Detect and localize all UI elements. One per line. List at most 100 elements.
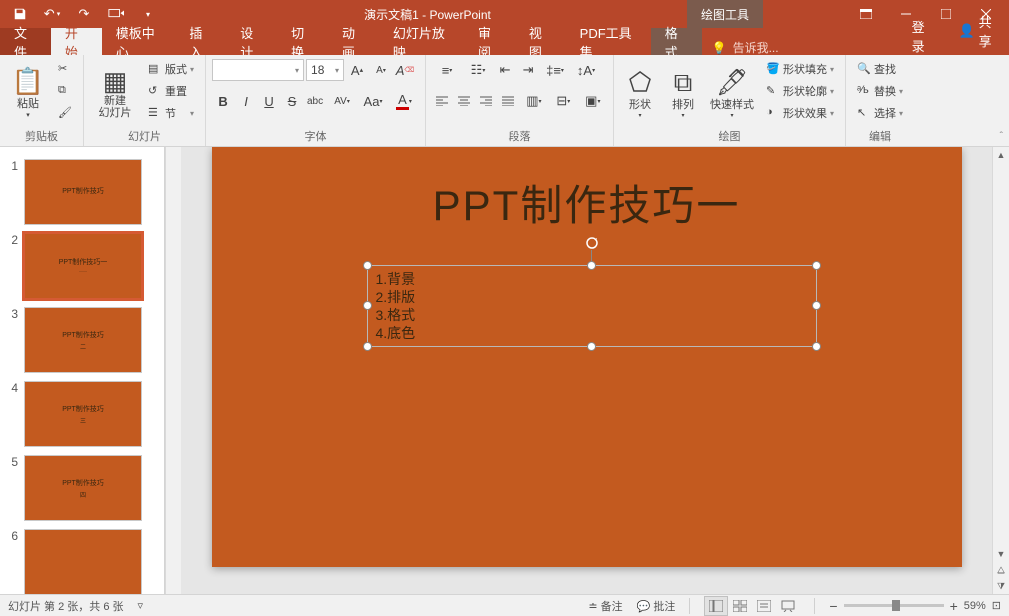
sorter-view-button[interactable]: [728, 596, 752, 616]
next-slide-button[interactable]: ⧩: [993, 578, 1009, 594]
zoom-out-button[interactable]: −: [829, 598, 837, 614]
clear-formatting-button[interactable]: A⌫: [394, 59, 416, 81]
align-text-button[interactable]: ⊟▾: [549, 90, 577, 112]
notes-button[interactable]: ≐ 备注: [588, 598, 622, 614]
tell-me-box[interactable]: 💡: [702, 41, 898, 55]
thumbnail-item[interactable]: 2PPT制作技巧一····: [0, 229, 164, 303]
tab-design[interactable]: 设计: [226, 28, 277, 55]
align-center-button[interactable]: [454, 90, 475, 112]
tab-format[interactable]: 格式: [651, 28, 702, 55]
tab-slideshow[interactable]: 幻灯片放映: [379, 28, 464, 55]
resize-handle-ne[interactable]: [812, 261, 821, 270]
tell-me-input[interactable]: [733, 41, 888, 55]
tab-pdf[interactable]: PDF工具集: [566, 28, 651, 55]
thumbnail-slide[interactable]: [24, 529, 142, 594]
tab-home[interactable]: 开始: [51, 28, 102, 55]
shape-outline-button[interactable]: ✎形状轮廓▾: [761, 81, 839, 101]
collapse-ribbon-button[interactable]: ˆ: [1000, 131, 1003, 142]
font-color-button[interactable]: A▾: [389, 90, 419, 112]
thumbnail-item[interactable]: 3PPT制作技巧二: [0, 303, 164, 377]
prev-slide-button[interactable]: ⧋: [993, 562, 1009, 578]
thumbnail-item[interactable]: 4PPT制作技巧三: [0, 377, 164, 451]
char-spacing-button[interactable]: AV▾: [327, 90, 357, 112]
italic-button[interactable]: I: [235, 90, 257, 112]
font-size-combo[interactable]: 18▾: [306, 59, 344, 81]
thumbnail-slide[interactable]: PPT制作技巧四: [24, 455, 142, 521]
slide-counter[interactable]: 幻灯片 第 2 张，共 6 张: [8, 598, 124, 614]
bullets-button[interactable]: ≡▾: [432, 59, 462, 81]
reset-button[interactable]: ↺重置: [143, 81, 199, 101]
smartart-button[interactable]: ▣▾: [579, 90, 607, 112]
shape-effects-button[interactable]: ◑形状效果▾: [761, 103, 839, 123]
content-textbox[interactable]: 1.背景2.排版3.格式4.底色: [367, 265, 817, 347]
tab-review[interactable]: 审阅: [464, 28, 515, 55]
textbox-content[interactable]: 1.背景2.排版3.格式4.底色: [368, 266, 816, 347]
tab-insert[interactable]: 插入: [175, 28, 226, 55]
slideshow-view-button[interactable]: [776, 596, 800, 616]
font-name-combo[interactable]: ▾: [212, 59, 304, 81]
shadow-button[interactable]: abc: [304, 90, 326, 112]
slide-editor[interactable]: PPT制作技巧一 1.背景2.排版3.格式4.底色: [181, 147, 992, 594]
tab-transition[interactable]: 切换: [277, 28, 328, 55]
thumbnail-item[interactable]: 5PPT制作技巧四: [0, 451, 164, 525]
spelling-icon[interactable]: ▿: [138, 599, 144, 612]
thumbnail-slide[interactable]: PPT制作技巧: [24, 159, 142, 225]
zoom-percent[interactable]: 59%: [964, 600, 986, 612]
replace-button[interactable]: ᵃ⁄ь替换▾: [852, 81, 908, 101]
format-painter-button[interactable]: 🖌: [53, 103, 77, 123]
arrange-button[interactable]: ⧉排列▾: [663, 59, 703, 125]
ribbon-display-options[interactable]: [847, 1, 885, 27]
decrease-font-button[interactable]: A▾: [370, 59, 392, 81]
quick-styles-button[interactable]: 🖋快速样式▾: [706, 59, 758, 125]
resize-handle-s[interactable]: [587, 342, 596, 351]
align-right-button[interactable]: [476, 90, 497, 112]
sign-in-link[interactable]: 登录: [898, 17, 949, 55]
strikethrough-button[interactable]: S: [281, 90, 303, 112]
cut-button[interactable]: ✂: [53, 59, 77, 79]
thumbnail-item[interactable]: 6: [0, 525, 164, 594]
resize-handle-se[interactable]: [812, 342, 821, 351]
find-button[interactable]: 🔍查找: [852, 59, 908, 79]
tab-template[interactable]: 模板中心: [102, 28, 176, 55]
tab-view[interactable]: 视图: [515, 28, 566, 55]
new-slide-button[interactable]: ▦ 新建 幻灯片: [90, 59, 140, 125]
slide-thumbnails-pane[interactable]: 1PPT制作技巧2PPT制作技巧一····3PPT制作技巧二4PPT制作技巧三5…: [0, 147, 165, 594]
shapes-button[interactable]: ⬠形状▾: [620, 59, 660, 125]
underline-button[interactable]: U: [258, 90, 280, 112]
copy-button[interactable]: ⧉: [53, 81, 77, 101]
scroll-down-button[interactable]: ▼: [993, 546, 1009, 562]
scroll-up-button[interactable]: ▲: [993, 147, 1009, 163]
thumbnail-slide[interactable]: PPT制作技巧三: [24, 381, 142, 447]
select-button[interactable]: ↖选择▾: [852, 103, 908, 123]
resize-handle-e[interactable]: [812, 301, 821, 310]
bold-button[interactable]: B: [212, 90, 234, 112]
rotate-handle[interactable]: [585, 236, 599, 250]
change-case-button[interactable]: Aa▾: [358, 90, 388, 112]
resize-handle-w[interactable]: [363, 301, 372, 310]
justify-button[interactable]: [498, 90, 519, 112]
zoom-in-button[interactable]: +: [950, 598, 958, 614]
editor-scrollbar[interactable]: ▲ ▼ ⧋ ⧩: [992, 147, 1009, 594]
shape-fill-button[interactable]: 🪣形状填充▾: [761, 59, 839, 79]
normal-view-button[interactable]: [704, 596, 728, 616]
increase-font-button[interactable]: A▴: [346, 59, 368, 81]
undo-button[interactable]: ↶▾: [38, 1, 66, 27]
align-left-button[interactable]: [432, 90, 453, 112]
zoom-thumb[interactable]: [892, 600, 900, 611]
decrease-indent-button[interactable]: ⇤: [494, 59, 516, 81]
text-direction-button[interactable]: ↕A▾: [571, 59, 601, 81]
section-button[interactable]: ☰节▾: [143, 103, 199, 123]
tab-animation[interactable]: 动画: [328, 28, 379, 55]
thumbnails-scrollbar[interactable]: [165, 147, 181, 594]
fit-to-window-button[interactable]: ⊡: [992, 599, 1001, 612]
thumbnail-slide[interactable]: PPT制作技巧二: [24, 307, 142, 373]
columns-button[interactable]: ▥▾: [520, 90, 548, 112]
line-spacing-button[interactable]: ‡≡▾: [540, 59, 570, 81]
slide-title-text[interactable]: PPT制作技巧一: [212, 172, 962, 233]
comments-button[interactable]: 💬 批注: [637, 598, 676, 614]
thumbnail-slide[interactable]: PPT制作技巧一····: [24, 233, 142, 299]
resize-handle-n[interactable]: [587, 261, 596, 270]
zoom-slider[interactable]: [844, 604, 944, 607]
resize-handle-nw[interactable]: [363, 261, 372, 270]
paste-button[interactable]: 📋 粘贴 ▾: [6, 59, 50, 125]
